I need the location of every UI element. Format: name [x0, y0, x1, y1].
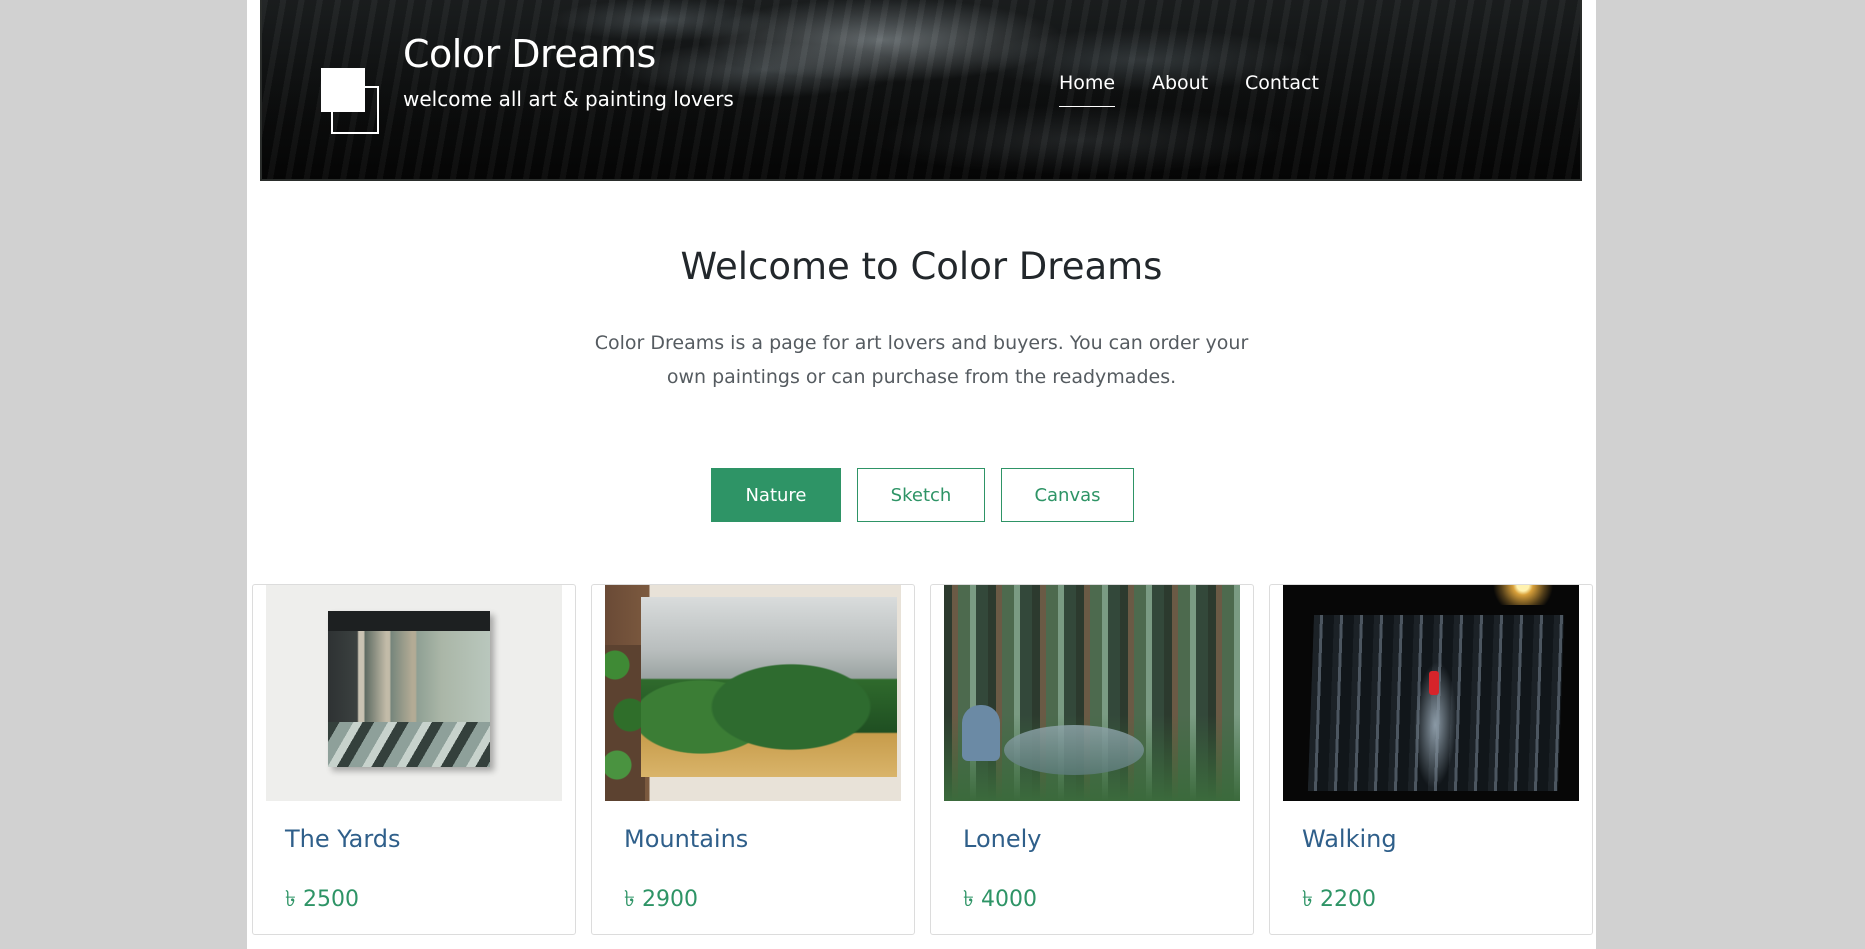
product-price: ৳ 4000: [963, 887, 1037, 912]
filter-sketch-button[interactable]: Sketch: [857, 468, 985, 522]
painting-walking-image[interactable]: [1283, 585, 1579, 801]
product-price: ৳ 2500: [285, 887, 359, 912]
hero-header: Color Dreams welcome all art & painting …: [260, 0, 1582, 181]
product-card[interactable]: Walking ৳ 2200: [1269, 584, 1593, 935]
painting-lonely-image[interactable]: [944, 585, 1240, 801]
filter-nature-button[interactable]: Nature: [711, 468, 841, 522]
nav-home[interactable]: Home: [1059, 72, 1116, 107]
filter-canvas-button[interactable]: Canvas: [1001, 468, 1134, 522]
painting-figure: [962, 705, 1000, 761]
logo-solid-square: [321, 68, 365, 112]
site-tagline: welcome all art & painting lovers: [403, 87, 734, 111]
welcome-description: Color Dreams is a page for art lovers an…: [594, 332, 1249, 388]
product-title[interactable]: Lonely: [963, 825, 1041, 853]
product-grid: The Yards ৳ 2500 Mountains ৳ 2900 Lonely…: [247, 584, 1596, 949]
painting-canvas: [328, 611, 490, 767]
painting-figure: [1429, 671, 1439, 695]
product-card[interactable]: Mountains ৳ 2900: [591, 584, 915, 935]
painting-foliage: [605, 645, 645, 801]
painting-canvas: [1307, 615, 1565, 791]
product-title[interactable]: Mountains: [624, 825, 748, 853]
nav-about[interactable]: About: [1152, 72, 1208, 94]
site-title[interactable]: Color Dreams: [403, 32, 656, 76]
painting-mountains-image[interactable]: [605, 585, 901, 801]
welcome-heading: Welcome to Color Dreams: [680, 245, 1163, 288]
lamp-glow: [1493, 585, 1553, 605]
painting-pond: [1004, 725, 1144, 775]
product-card[interactable]: The Yards ৳ 2500: [252, 584, 576, 935]
nav-contact[interactable]: Contact: [1245, 72, 1319, 94]
painting-yards-image[interactable]: [266, 585, 562, 801]
product-price: ৳ 2200: [1302, 887, 1376, 912]
product-price: ৳ 2900: [624, 887, 698, 912]
logo-icon[interactable]: [321, 68, 381, 134]
page-container: Color Dreams welcome all art & painting …: [247, 0, 1596, 949]
painting-canvas: [641, 597, 897, 777]
product-title[interactable]: Walking: [1302, 825, 1397, 853]
product-title[interactable]: The Yards: [285, 825, 401, 853]
product-card[interactable]: Lonely ৳ 4000: [930, 584, 1254, 935]
category-filters: Nature Sketch Canvas: [247, 468, 1596, 522]
